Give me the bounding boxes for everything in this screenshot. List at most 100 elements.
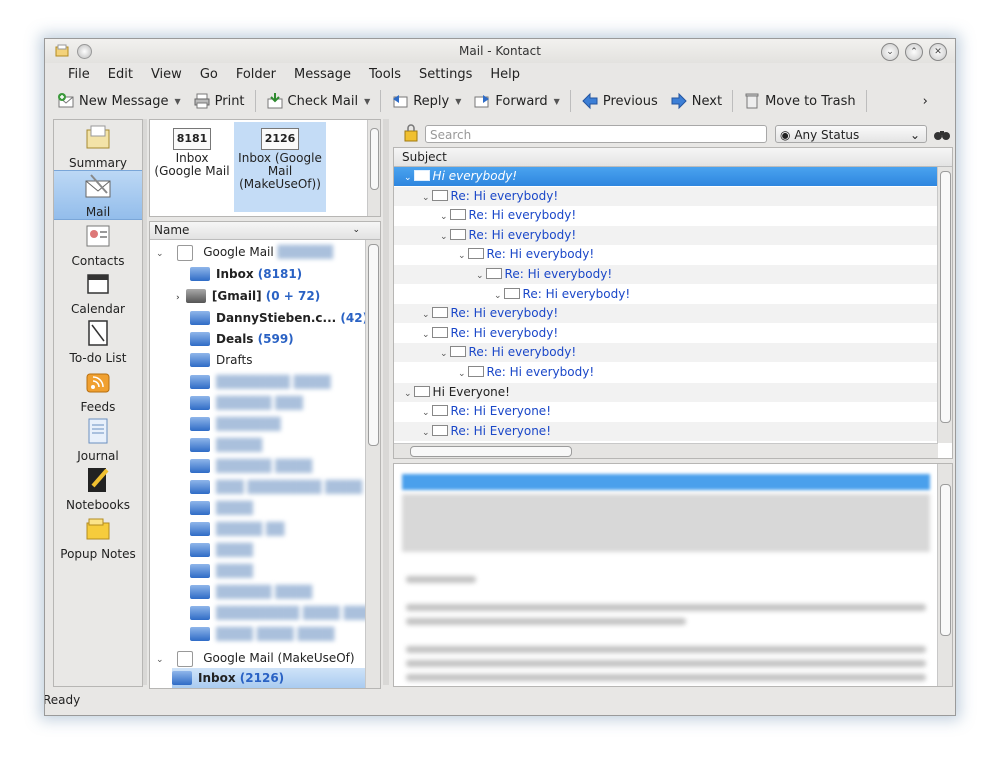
sidebar-splitter[interactable] — [143, 119, 147, 685]
folder-tree-header[interactable]: Name ⌄ — [150, 222, 380, 240]
message-list-header[interactable]: Subject — [394, 148, 952, 167]
thread-arrow-icon[interactable]: ⌄ — [422, 428, 430, 438]
menu-file[interactable]: File — [59, 65, 99, 85]
favorites-scrollbar[interactable] — [367, 120, 380, 216]
message-row[interactable]: ⌄ Re: Hi everybody! — [394, 225, 952, 245]
status-filter-select[interactable]: ◉ Any Status ⌄ — [775, 125, 927, 143]
check-mail-dropdown-icon[interactable]: ▼ — [364, 97, 370, 106]
tree-folder-redacted[interactable]: █████ ██ — [190, 519, 380, 539]
folder-tree-scrollbar[interactable] — [365, 240, 380, 688]
forward-dropdown-icon[interactable]: ▼ — [554, 97, 560, 106]
message-list-scrollbar-thumb[interactable] — [940, 171, 951, 423]
forward-button[interactable]: Forward ▼ — [467, 89, 565, 113]
sidebar-item-journal[interactable]: Journal — [54, 415, 142, 463]
menu-edit[interactable]: Edit — [99, 65, 142, 85]
thread-arrow-icon[interactable]: ⌄ — [422, 408, 430, 418]
menu-settings[interactable]: Settings — [410, 65, 481, 85]
thread-arrow-icon[interactable]: ⌄ — [476, 271, 484, 281]
menu-tools[interactable]: Tools — [360, 65, 410, 85]
thread-arrow-icon[interactable]: ⌄ — [494, 291, 502, 301]
previous-button[interactable]: Previous — [575, 89, 664, 113]
message-row[interactable]: ⌄ Hi everybody! — [394, 167, 946, 186]
thread-arrow-icon[interactable]: ⌄ — [458, 251, 466, 261]
reply-dropdown-icon[interactable]: ▼ — [455, 97, 461, 106]
message-list-scrollbar[interactable] — [937, 167, 952, 443]
thread-arrow-icon[interactable]: ⌄ — [440, 212, 448, 222]
preview-scrollbar-thumb[interactable] — [940, 484, 951, 636]
tree-account-google-mail[interactable]: ⌄ Google Mail ██████ — [156, 242, 368, 262]
tree-account-makeuseof[interactable]: ⌄ Google Mail (MakeUseOf) — [156, 648, 368, 668]
search-input[interactable]: Search — [425, 125, 767, 143]
reply-button[interactable]: Reply ▼ — [385, 89, 467, 113]
thread-arrow-icon[interactable]: ⌄ — [422, 310, 430, 320]
title-bar[interactable]: Mail - Kontact ⌄ ⌃ ✕ — [45, 39, 955, 63]
menu-go[interactable]: Go — [191, 65, 227, 85]
toolbar-overflow-button[interactable]: › — [917, 89, 934, 113]
tree-folder-redacted[interactable]: ████ — [190, 498, 380, 518]
message-list-hscrollbar-thumb[interactable] — [410, 446, 572, 457]
menu-folder[interactable]: Folder — [227, 65, 285, 85]
message-row[interactable]: ⌄ Re: Hi Everyone! — [394, 421, 952, 441]
message-row[interactable]: ⌄ Re: Hi everybody! — [394, 363, 952, 382]
tree-folder-gmail[interactable]: › [Gmail] (0 + 72) — [176, 286, 380, 306]
sidebar-item-calendar[interactable]: Calendar — [54, 268, 142, 316]
favorites-scrollbar-thumb[interactable] — [370, 128, 379, 190]
preview-scrollbar[interactable] — [937, 464, 952, 686]
menu-help[interactable]: Help — [481, 65, 529, 85]
favorite-inbox-google-mail[interactable]: 8181 Inbox (Google Mail — [152, 122, 232, 212]
sidebar-item-popup-notes[interactable]: Popup Notes — [54, 513, 142, 561]
new-message-button[interactable]: New Message ▼ — [51, 89, 187, 113]
message-list-hscrollbar[interactable] — [394, 443, 938, 458]
tree-folder-redacted[interactable]: ████ — [190, 561, 380, 581]
sidebar-item-todo[interactable]: To-do List — [54, 317, 142, 365]
message-row[interactable]: ⌄ Re: Hi everybody! — [394, 186, 952, 206]
thread-arrow-icon[interactable]: ⌄ — [440, 349, 448, 359]
menu-view[interactable]: View — [142, 65, 191, 85]
tree-folder-deals[interactable]: Deals (599) — [190, 329, 380, 349]
tree-folder-makeuseof-inbox[interactable]: Inbox (2126) — [172, 668, 366, 688]
message-row[interactable]: ⌄ Re: Hi everybody! — [394, 324, 952, 343]
sidebar-item-contacts[interactable]: Contacts — [54, 220, 142, 268]
tree-folder-drafts[interactable]: Drafts — [190, 350, 380, 370]
tree-folder-dannystieben[interactable]: DannyStieben.c... (42) — [190, 308, 380, 328]
collapse-arrow-icon[interactable]: ⌄ — [156, 655, 164, 665]
print-button[interactable]: Print — [187, 89, 251, 113]
tree-folder-redacted[interactable]: ██████ ████ — [190, 456, 380, 476]
thread-arrow-icon[interactable]: ⌄ — [422, 193, 430, 203]
message-row[interactable]: ⌄ Re: Hi Everyone! — [394, 402, 952, 421]
thread-arrow-icon[interactable]: ⌄ — [440, 232, 448, 242]
new-message-dropdown-icon[interactable]: ▼ — [174, 97, 180, 106]
expand-arrow-icon[interactable]: › — [176, 293, 180, 303]
sidebar-item-mail[interactable]: Mail — [54, 170, 142, 220]
tree-folder-redacted[interactable]: ██████ ███ — [190, 393, 380, 413]
tree-folder-inbox[interactable]: Inbox (8181) — [190, 264, 380, 284]
message-row[interactable]: ⌄ Re: Hi everybody! — [394, 206, 952, 225]
collapse-arrow-icon[interactable]: ⌄ — [156, 249, 164, 259]
tree-folder-redacted[interactable]: ███ ████████ ████ — [190, 477, 380, 497]
lock-icon[interactable] — [403, 123, 419, 143]
chevron-down-icon[interactable]: ⌄ — [352, 222, 360, 239]
tree-folder-redacted[interactable]: ████ — [190, 540, 380, 560]
next-button[interactable]: Next — [664, 89, 728, 113]
tree-folder-redacted[interactable]: ████████ ████ — [190, 372, 380, 392]
sidebar-item-summary[interactable]: Summary — [54, 122, 142, 170]
thread-arrow-icon[interactable]: ⌄ — [422, 330, 430, 340]
message-row[interactable]: ⌄ Re: Hi everybody! — [394, 304, 952, 324]
folder-tree-scrollbar-thumb[interactable] — [368, 244, 379, 446]
thread-arrow-icon[interactable]: ⌄ — [458, 369, 466, 379]
thread-arrow-icon[interactable]: ⌄ — [404, 173, 412, 183]
sidebar-item-feeds[interactable]: Feeds — [54, 366, 142, 414]
menu-message[interactable]: Message — [285, 65, 360, 85]
message-row[interactable]: ⌄ Re: Hi everybody! — [394, 343, 952, 363]
tree-folder-redacted[interactable]: █████ — [190, 435, 380, 455]
favorite-inbox-makeuseof[interactable]: 2126 Inbox (Google Mail (MakeUseOf)) — [234, 122, 326, 212]
maximize-button[interactable]: ⌃ — [905, 43, 923, 61]
folder-splitter[interactable] — [383, 119, 389, 685]
message-row[interactable]: ⌄ Re: Hi everybody! — [394, 245, 952, 264]
sidebar-item-notebooks[interactable]: Notebooks — [54, 464, 142, 512]
tree-folder-redacted[interactable]: ████ ████ ████ — [190, 624, 380, 644]
tree-folder-redacted[interactable]: █████████ ████ ████ — [190, 603, 380, 623]
tree-folder-redacted[interactable]: ███████ — [190, 414, 380, 434]
check-mail-button[interactable]: Check Mail ▼ — [260, 89, 377, 113]
message-row[interactable]: ⌄ Re: Hi everybody! — [394, 285, 952, 304]
